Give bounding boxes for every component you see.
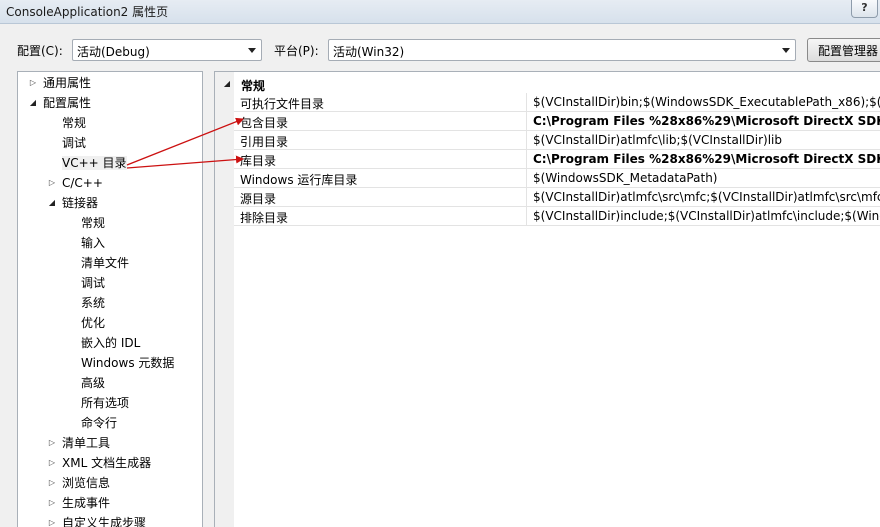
column-divider [526, 112, 527, 131]
expand-arrow-icon[interactable]: ▷ [47, 473, 57, 493]
property-value[interactable]: C:\Program Files %28x86%29\Microsoft Dir… [533, 152, 880, 166]
property-row-source-dirs[interactable]: 源目录 $(VCInstallDir)atlmfc\src\mfc;$(VCIn… [234, 188, 880, 207]
expand-arrow-icon[interactable]: ▷ [28, 73, 38, 93]
tree-item-lk-idl[interactable]: 嵌入的 IDL [81, 333, 140, 353]
tree-item-label: 常规 [62, 116, 87, 130]
column-divider [526, 131, 527, 150]
tree-item-lk-debug[interactable]: 调试 [81, 273, 105, 293]
tree-item-lk-cmdline[interactable]: 命令行 [81, 413, 117, 433]
column-divider [526, 150, 527, 169]
tree-item-label: 链接器 [62, 196, 99, 210]
title-bar: ConsoleApplication2 属性页 ? [0, 0, 880, 24]
config-toolbar: 配置(C): 活动(Debug) 平台(P): 活动(Win32) 配置管理器 [0, 24, 880, 70]
tree-item-label: 嵌入的 IDL [81, 336, 141, 350]
property-name: 可执行文件目录 [240, 97, 325, 111]
platform-value: 活动(Win32) [333, 45, 405, 59]
tree-item-lk-general[interactable]: 常规 [81, 213, 105, 233]
property-name: 库目录 [240, 154, 277, 168]
tree-item-cp-debug[interactable]: 调试 [62, 133, 86, 153]
property-row-library-dirs[interactable]: 库目录 C:\Program Files %28x86%29\Microsoft… [234, 150, 880, 169]
tree-item-label: 配置属性 [43, 96, 92, 110]
tree-item-lk-input[interactable]: 输入 [81, 233, 105, 253]
tree-item-label: 生成事件 [62, 496, 111, 510]
property-value[interactable]: $(VCInstallDir)bin;$(WindowsSDK_Executab… [533, 95, 880, 109]
tree-item-lk-system[interactable]: 系统 [81, 293, 105, 313]
property-row-exec-dirs[interactable]: 可执行文件目录 $(VCInstallDir)bin;$(WindowsSDK_… [234, 93, 880, 112]
property-row-include-dirs[interactable]: 包含目录 C:\Program Files %28x86%29\Microsof… [234, 112, 880, 131]
tree-item-label: 所有选项 [81, 396, 130, 410]
column-divider [526, 188, 527, 207]
tree-item-label: 清单工具 [62, 436, 111, 450]
tree-item-lk-manifest[interactable]: 清单文件 [81, 253, 129, 273]
tree-item-cp-general[interactable]: 常规 [62, 113, 86, 133]
expand-arrow-icon[interactable]: ▷ [47, 453, 57, 473]
property-name: 源目录 [240, 192, 277, 206]
property-value[interactable]: $(WindowsSDK_MetadataPath) [533, 171, 717, 185]
collapse-arrow-icon[interactable]: ◢ [28, 93, 38, 113]
expand-arrow-icon[interactable]: ▷ [47, 433, 57, 453]
expand-arrow-icon[interactable]: ▷ [47, 493, 57, 513]
property-row-reference-dirs[interactable]: 引用目录 $(VCInstallDir)atlmfc\lib;$(VCInsta… [234, 131, 880, 150]
tree-item-label: VC++ 目录 [62, 156, 127, 170]
platform-label: 平台(P): [274, 44, 319, 58]
config-select[interactable]: 活动(Debug) [72, 39, 262, 61]
config-manager-button[interactable]: 配置管理器 [807, 38, 880, 62]
property-value[interactable]: $(VCInstallDir)atlmfc\src\mfc;$(VCInstal… [533, 190, 880, 204]
config-value: 活动(Debug) [77, 45, 150, 59]
tree-item-lk-all[interactable]: 所有选项 [81, 393, 129, 413]
expand-arrow-icon[interactable]: ▷ [47, 513, 57, 527]
property-name: 排除目录 [240, 211, 289, 225]
tree-item-label: XML 文档生成器 [62, 456, 152, 470]
collapse-arrow-icon[interactable]: ◢ [222, 74, 232, 94]
tree-item-label: 系统 [81, 296, 106, 310]
platform-select[interactable]: 活动(Win32) [328, 39, 796, 61]
window-title: ConsoleApplication2 属性页 [6, 5, 169, 19]
config-label: 配置(C): [17, 44, 63, 58]
tree-item-label: 通用属性 [43, 76, 92, 90]
property-value[interactable]: $(VCInstallDir)include;$(VCInstallDir)at… [533, 209, 880, 223]
grid-gutter [215, 72, 234, 527]
column-divider [526, 169, 527, 188]
tree-item-label: 调试 [62, 136, 87, 150]
tree-item-label: 优化 [81, 316, 106, 330]
property-row-exclude-dirs[interactable]: 排除目录 $(VCInstallDir)include;$(VCInstallD… [234, 207, 880, 226]
property-name: Windows 运行库目录 [240, 173, 358, 187]
tree-item-label: 输入 [81, 236, 106, 250]
chevron-down-icon [782, 48, 790, 53]
property-tree: ▷ 通用属性 ◢ 配置属性 常规 调试 VC++ 目录 ▷ C/C++ ◢ 链接… [17, 71, 203, 527]
tree-item-label: 命令行 [81, 416, 118, 430]
tree-item-vcpp-dirs[interactable]: VC++ 目录 [62, 153, 127, 173]
help-button[interactable]: ? [851, 0, 878, 18]
tree-item-label: 自定义生成步骤 [62, 516, 147, 527]
category-label: 常规 [241, 79, 266, 93]
tree-item-lk-winmd[interactable]: Windows 元数据 [81, 353, 174, 373]
chevron-down-icon [248, 48, 256, 53]
column-divider [526, 93, 527, 112]
property-name: 包含目录 [240, 116, 289, 130]
tree-item-lk-advanced[interactable]: 高级 [81, 373, 105, 393]
expand-arrow-icon[interactable]: ▷ [47, 173, 57, 193]
property-value[interactable]: $(VCInstallDir)atlmfc\lib;$(VCInstallDir… [533, 133, 782, 147]
tree-item-label: Windows 元数据 [81, 356, 175, 370]
tree-item-label: C/C++ [62, 176, 103, 190]
tree-item-label: 常规 [81, 216, 106, 230]
tree-item-label: 调试 [81, 276, 106, 290]
property-name: 引用目录 [240, 135, 289, 149]
tree-item-label: 高级 [81, 376, 106, 390]
property-value[interactable]: C:\Program Files %28x86%29\Microsoft Dir… [533, 114, 880, 128]
collapse-arrow-icon[interactable]: ◢ [47, 193, 57, 213]
property-row-winrt-dirs[interactable]: Windows 运行库目录 $(WindowsSDK_MetadataPath) [234, 169, 880, 188]
tree-item-label: 浏览信息 [62, 476, 111, 490]
property-grid: ◢ 常规 可执行文件目录 $(VCInstallDir)bin;$(Window… [214, 71, 880, 527]
column-divider [526, 207, 527, 226]
tree-item-lk-optimize[interactable]: 优化 [81, 313, 105, 333]
tree-item-label: 清单文件 [81, 256, 130, 270]
